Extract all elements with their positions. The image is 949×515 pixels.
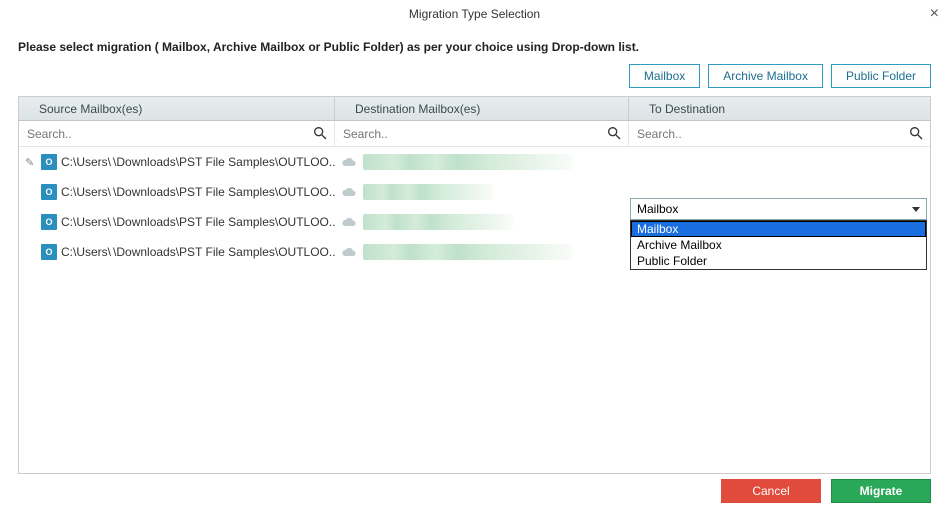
search-source-cell (19, 121, 335, 146)
search-to-input[interactable] (629, 121, 930, 146)
window-title: Migration Type Selection (409, 7, 540, 21)
migrate-button[interactable]: Migrate (831, 479, 931, 503)
destination-cell (335, 177, 629, 207)
outlook-file-icon: O (41, 184, 57, 200)
to-destination-cell (629, 147, 930, 177)
destination-value-redacted (363, 214, 513, 230)
cloud-icon (341, 186, 357, 198)
title-bar: Migration Type Selection × (0, 0, 949, 28)
search-icon[interactable] (908, 125, 924, 141)
source-cell: ✎ O C:\Users\\Downloads\PST File Samples… (19, 177, 335, 207)
cancel-button[interactable]: Cancel (721, 479, 821, 503)
search-icon[interactable] (312, 125, 328, 141)
migration-grid: Source Mailbox(es) Destination Mailbox(e… (18, 96, 931, 474)
dropdown-options: Mailbox Archive Mailbox Public Folder (630, 220, 927, 270)
source-path: C:\Users\\Downloads\PST File Samples\OUT… (61, 215, 335, 229)
edit-icon: ✎ (25, 156, 37, 169)
close-icon[interactable]: × (930, 6, 939, 22)
destination-cell (335, 147, 629, 177)
search-destination-input[interactable] (335, 121, 628, 146)
dropdown-option-public-folder[interactable]: Public Folder (631, 253, 926, 269)
source-path: C:\Users\\Downloads\PST File Samples\OUT… (61, 185, 335, 199)
destination-cell (335, 237, 629, 267)
table-row[interactable]: ✎ O C:\Users\\Downloads\PST File Samples… (19, 147, 930, 177)
header-destination: Destination Mailbox(es) (335, 97, 629, 120)
source-cell: ✎ O C:\Users\\Downloads\PST File Samples… (19, 207, 335, 237)
archive-mailbox-button[interactable]: Archive Mailbox (708, 64, 823, 88)
destination-value-redacted (363, 184, 493, 200)
dropdown-option-archive-mailbox[interactable]: Archive Mailbox (631, 237, 926, 253)
search-to-cell (629, 121, 930, 146)
source-path: C:\Users\\Downloads\PST File Samples\OUT… (61, 155, 335, 169)
destination-cell (335, 207, 629, 237)
search-icon[interactable] (606, 125, 622, 141)
header-to-destination: To Destination (629, 97, 930, 120)
cloud-icon (341, 216, 357, 228)
outlook-file-icon: O (41, 244, 57, 260)
cloud-icon (341, 156, 357, 168)
destination-value-redacted (363, 244, 573, 260)
instruction-text: Please select migration ( Mailbox, Archi… (0, 28, 949, 64)
to-destination-dropdown[interactable]: Mailbox Mailbox Archive Mailbox Public F… (630, 198, 927, 270)
destination-value-redacted (363, 154, 573, 170)
data-rows: ✎ O C:\Users\\Downloads\PST File Samples… (19, 147, 930, 267)
type-button-row: Mailbox Archive Mailbox Public Folder (0, 64, 949, 96)
search-destination-cell (335, 121, 629, 146)
column-headers: Source Mailbox(es) Destination Mailbox(e… (19, 97, 930, 121)
source-path: C:\Users\\Downloads\PST File Samples\OUT… (61, 245, 335, 259)
mailbox-button[interactable]: Mailbox (629, 64, 700, 88)
header-source: Source Mailbox(es) (19, 97, 335, 120)
public-folder-button[interactable]: Public Folder (831, 64, 931, 88)
dropdown-option-mailbox[interactable]: Mailbox (631, 221, 926, 237)
outlook-file-icon: O (41, 154, 57, 170)
dropdown-field[interactable]: Mailbox (630, 198, 927, 220)
footer-buttons: Cancel Migrate (721, 479, 931, 503)
outlook-file-icon: O (41, 214, 57, 230)
source-cell: ✎ O C:\Users\\Downloads\PST File Samples… (19, 147, 335, 177)
search-source-input[interactable] (19, 121, 334, 146)
dropdown-selected-value: Mailbox (637, 202, 678, 216)
search-row (19, 121, 930, 147)
source-cell: ✎ O C:\Users\\Downloads\PST File Samples… (19, 237, 335, 267)
cloud-icon (341, 246, 357, 258)
